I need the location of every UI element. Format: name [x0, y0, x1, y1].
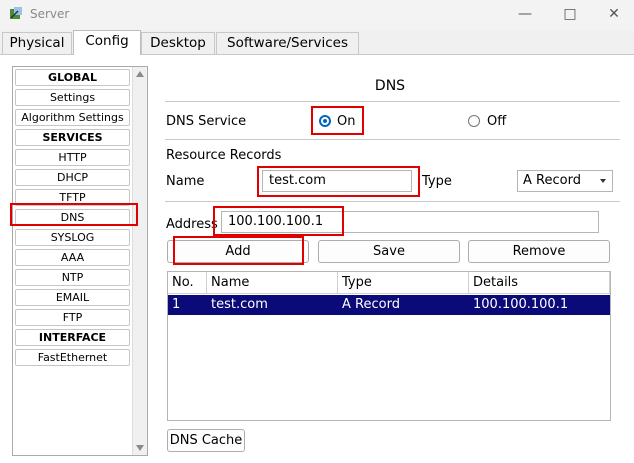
address-input[interactable]: 100.100.100.1 — [221, 211, 599, 233]
section-title: DNS — [374, 78, 406, 94]
table-row[interactable]: 1 test.com A Record 100.100.100.1 — [168, 295, 610, 315]
add-button[interactable]: Add — [167, 240, 309, 263]
chevron-down-icon — [600, 179, 606, 183]
sidebar-item-syslog[interactable]: SYSLOG — [15, 229, 130, 246]
column-header-details[interactable]: Details — [469, 272, 610, 294]
tab-software-services[interactable]: Software/Services — [216, 32, 359, 54]
column-header-no[interactable]: No. — [168, 272, 207, 294]
dns-cache-button[interactable]: DNS Cache — [167, 429, 245, 452]
address-label: Address — [166, 217, 218, 232]
sidebar-item-tftp[interactable]: TFTP — [15, 189, 130, 206]
resource-records-label: Resource Records — [166, 148, 282, 163]
dns-records-table: No. Name Type Details 1 test.com A Recor… — [167, 271, 611, 421]
divider — [165, 139, 620, 140]
row-name: test.com — [211, 297, 268, 312]
sidebar-scrollbar[interactable] — [132, 67, 147, 455]
name-label: Name — [166, 174, 205, 189]
maximize-button[interactable]: □ — [559, 4, 581, 24]
close-button[interactable]: ✕ — [603, 4, 625, 24]
scrollbar-thumb[interactable] — [136, 83, 143, 423]
scroll-down-icon[interactable] — [136, 445, 144, 451]
column-header-type[interactable]: Type — [338, 272, 469, 294]
name-input[interactable]: test.com — [262, 170, 412, 192]
type-select-value: A Record — [523, 173, 581, 188]
minimize-button[interactable]: — — [514, 4, 536, 24]
sidebar-item-algorithm-settings[interactable]: Algorithm Settings — [15, 109, 130, 126]
dns-off-label[interactable]: Off — [487, 114, 506, 129]
type-select[interactable]: A Record — [517, 170, 613, 192]
server-app-icon — [10, 7, 22, 19]
sidebar-item-dns[interactable]: DNS — [15, 209, 130, 226]
sidebar-item-ftp[interactable]: FTP — [15, 309, 130, 326]
type-label: Type — [422, 174, 452, 189]
sidebar-item-http[interactable]: HTTP — [15, 149, 130, 166]
title-bar: Server — □ ✕ — [0, 0, 634, 30]
tab-bar: Physical Config Desktop Software/Service… — [0, 30, 634, 55]
tab-physical[interactable]: Physical — [2, 32, 72, 54]
dns-on-label[interactable]: On — [337, 114, 355, 129]
sidebar-item-ntp[interactable]: NTP — [15, 269, 130, 286]
sidebar-item-email[interactable]: EMAIL — [15, 289, 130, 306]
row-type: A Record — [342, 297, 400, 312]
tab-config[interactable]: Config — [73, 30, 141, 55]
divider — [165, 101, 620, 102]
sidebar-header-services: SERVICES — [15, 129, 130, 146]
window-title: Server — [30, 7, 70, 21]
divider — [165, 201, 620, 202]
config-sidebar: GLOBAL Settings Algorithm Settings SERVI… — [12, 66, 148, 456]
remove-button[interactable]: Remove — [468, 240, 610, 263]
dns-panel: DNS DNS Service On Off Resource Records … — [155, 66, 625, 458]
column-header-name[interactable]: Name — [207, 272, 338, 294]
sidebar-item-settings[interactable]: Settings — [15, 89, 130, 106]
sidebar-item-fastethernet[interactable]: FastEthernet — [15, 349, 130, 366]
row-no: 1 — [172, 297, 181, 312]
scroll-up-icon[interactable] — [136, 71, 144, 77]
save-button[interactable]: Save — [318, 240, 460, 263]
dns-service-label: DNS Service — [166, 114, 247, 129]
dns-on-radio[interactable] — [319, 115, 331, 127]
sidebar-item-dhcp[interactable]: DHCP — [15, 169, 130, 186]
row-details: 100.100.100.1 — [473, 297, 569, 312]
sidebar-header-global: GLOBAL — [15, 69, 130, 86]
dns-off-radio[interactable] — [468, 115, 480, 127]
sidebar-header-interface: INTERFACE — [15, 329, 130, 346]
tab-desktop[interactable]: Desktop — [141, 32, 215, 54]
sidebar-item-aaa[interactable]: AAA — [15, 249, 130, 266]
